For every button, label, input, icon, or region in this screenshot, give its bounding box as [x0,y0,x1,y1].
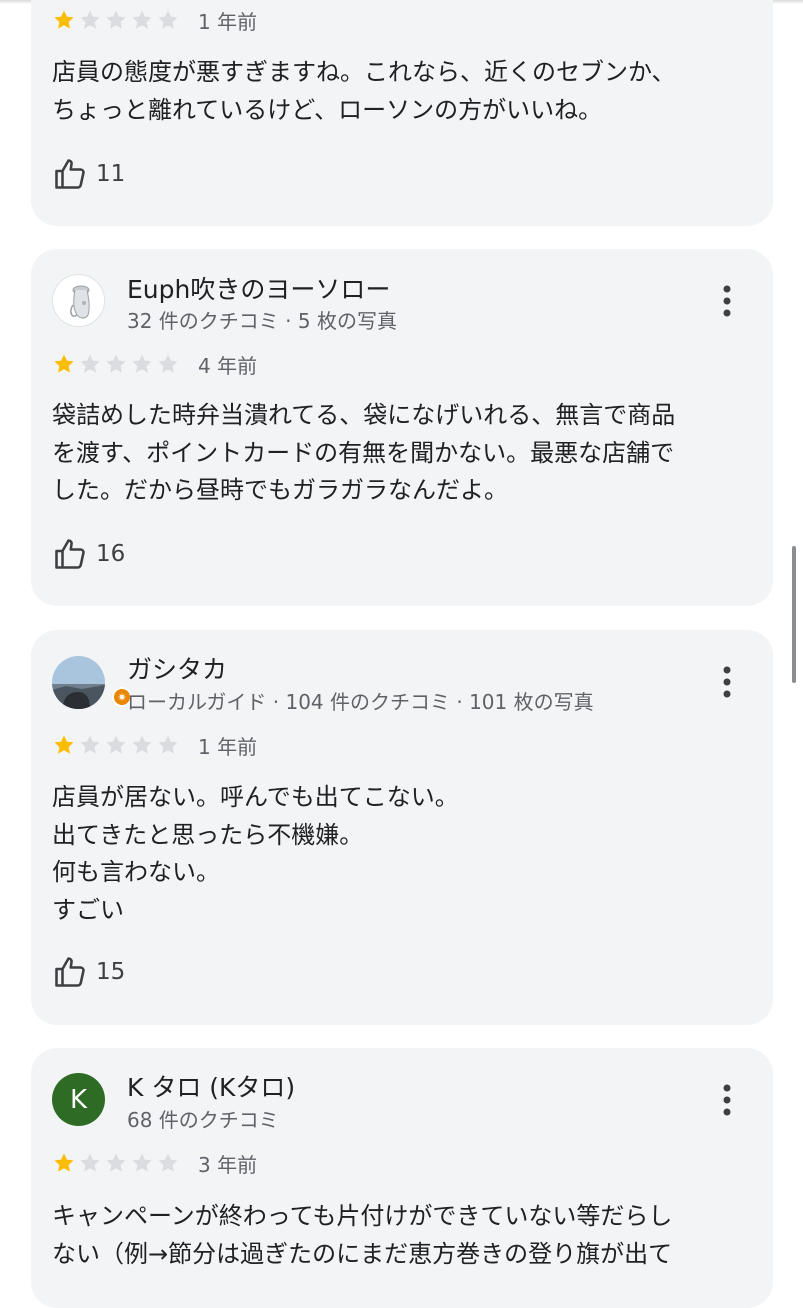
star-rating [52,8,180,32]
rating-row: 4 年前 [52,351,258,378]
more-options-button[interactable] [707,1080,747,1120]
reviewer-meta: 32 件のクチコミ · 5 枚の写真 [127,309,397,333]
like-count: 16 [96,541,126,567]
star-filled-icon [54,735,74,754]
star-empty-icon [106,10,126,29]
rating-row: 1 年前 [52,7,258,34]
star-empty-icon [132,1153,152,1172]
star-filled-icon [54,10,74,29]
landscape-photo-icon [52,656,105,709]
rating-row: 1 年前 [52,732,258,759]
star-empty-icon [132,10,152,29]
reviewer-name[interactable]: K タロ (Kタロ) [127,1068,295,1104]
star-empty-icon [106,1153,126,1172]
like-button[interactable]: 15 [52,954,125,990]
like-button[interactable]: 16 [52,536,125,572]
star-rating [52,733,180,757]
more-vert-icon [723,1084,731,1116]
star-empty-icon [80,735,100,754]
review-date: 3 年前 [198,1152,258,1177]
star-empty-icon [158,735,178,754]
more-vert-icon [723,666,731,698]
star-rating [52,1151,180,1175]
reviewer-meta: 68 件のクチコミ [127,1108,279,1132]
star-empty-icon [106,354,126,373]
review-text[interactable]: キャンペーンが終わっても片付けができていない等だらし ない（例→節分は過ぎたのに… [52,1198,752,1273]
reviewer-name[interactable]: Euph吹きのヨーソロー [127,270,390,306]
reviewer-avatar[interactable] [52,274,105,327]
star-empty-icon [80,354,100,373]
review-card: Euph吹きのヨーソロー 32 件のクチコミ · 5 枚の写真 4 年前 袋詰め… [31,249,773,606]
star-empty-icon [80,1153,100,1172]
star-empty-icon [132,735,152,754]
euphonium-photo-icon [53,275,104,326]
reviewer-meta: ローカルガイド · 104 件のクチコミ · 101 枚の写真 [127,690,594,714]
more-options-button[interactable] [707,281,747,321]
thumbs-up-icon [55,539,85,569]
review-text[interactable]: 袋詰めした時弁当潰れてる、袋になげいれる、無言で商品 を渡す、ポイントカードの有… [52,397,752,510]
reviewer-name[interactable]: ガシタカ [127,650,227,686]
like-count: 11 [96,161,126,187]
reviewer-avatar[interactable] [52,656,105,709]
review-card: 1 年前 店員の態度が悪すぎますね。これなら、近くのセブンか、 ちょっと離れてい… [31,0,773,226]
rating-row: 3 年前 [52,1150,258,1177]
star-empty-icon [106,735,126,754]
reviewer-avatar[interactable]: K [52,1073,105,1126]
review-date: 1 年前 [198,734,258,759]
thumbs-up-icon [55,957,85,987]
review-date: 1 年前 [198,9,258,34]
like-count: 15 [96,959,126,985]
star-empty-icon [158,1153,178,1172]
star-empty-icon [80,10,100,29]
review-text[interactable]: 店員の態度が悪すぎますね。これなら、近くのセブンか、 ちょっと離れているけど、ロ… [52,54,752,129]
thumbs-up-icon [55,159,85,189]
review-date: 4 年前 [198,353,258,378]
star-empty-icon [132,354,152,373]
star-rating [52,352,180,376]
star-empty-icon [158,354,178,373]
review-text[interactable]: 店員が居ない。呼んでも出てこない。 出てきたと思ったら不機嫌。 何も言わない。 … [52,779,752,929]
review-card: K K タロ (Kタロ) 68 件のクチコミ 3 年前 キャンペーンが終わっても… [31,1048,773,1308]
like-button[interactable]: 11 [52,156,125,192]
star-empty-icon [158,10,178,29]
more-options-button[interactable] [707,662,747,702]
star-filled-icon [54,354,74,373]
more-vert-icon [723,285,731,317]
review-card: ✷ ガシタカ ローカルガイド · 104 件のクチコミ · 101 枚の写真 1… [31,630,773,1025]
star-filled-icon [54,1153,74,1172]
scrollbar[interactable] [792,546,796,683]
